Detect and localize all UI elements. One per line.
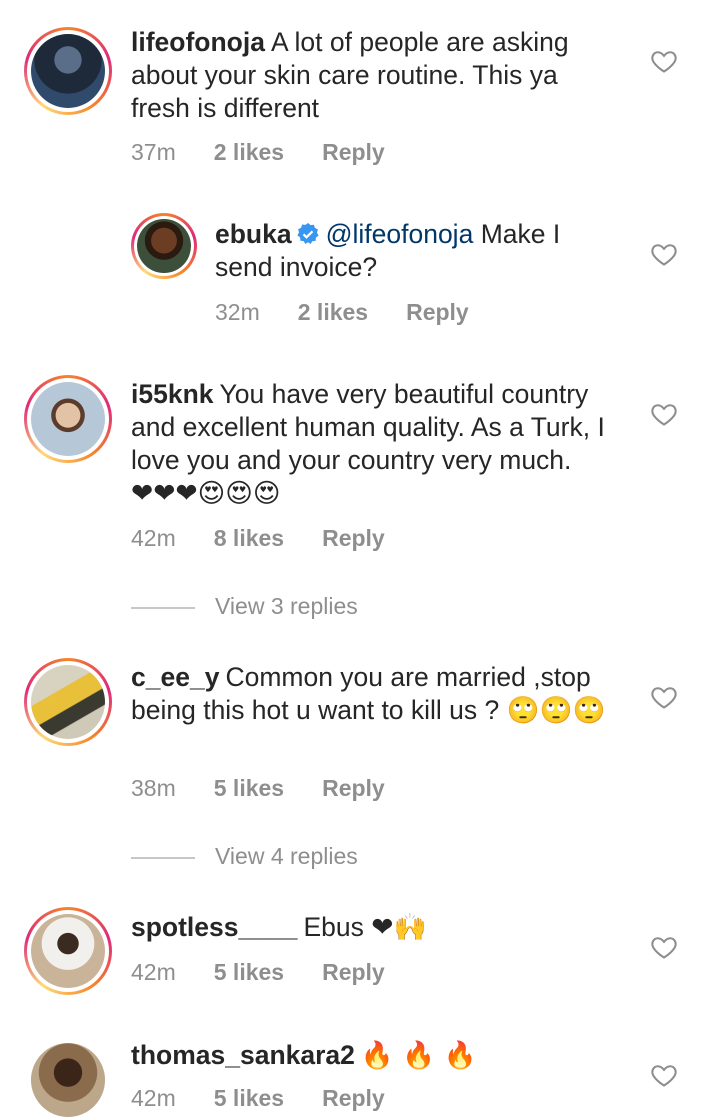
comment-body: lifeofonoja A lot of people are asking ab… xyxy=(131,26,611,125)
like-heart-icon[interactable] xyxy=(650,1061,678,1089)
comment-emoji: 🙄🙄🙄 xyxy=(506,695,606,726)
comment-likes[interactable]: 5 likes xyxy=(214,775,284,801)
avatar[interactable] xyxy=(24,375,112,463)
comment-username[interactable]: spotless____ xyxy=(131,912,297,942)
like-heart-icon[interactable] xyxy=(650,47,678,75)
comment-likes[interactable]: 5 likes xyxy=(214,959,284,985)
reply-button[interactable]: Reply xyxy=(406,299,469,325)
like-heart-icon[interactable] xyxy=(650,240,678,268)
like-heart-icon[interactable] xyxy=(650,400,678,428)
comment-mention[interactable]: @lifeofonoja xyxy=(326,219,474,249)
avatar[interactable] xyxy=(131,213,197,279)
comment-likes[interactable]: 8 likes xyxy=(214,525,284,551)
view-replies-button[interactable]: View 4 replies xyxy=(131,843,358,870)
comment-time: 42m xyxy=(131,525,176,551)
comment-time: 42m xyxy=(131,1085,176,1111)
like-heart-icon[interactable] xyxy=(650,683,678,711)
view-replies-button[interactable]: View 3 replies xyxy=(131,593,358,620)
view-replies-label: View 3 replies xyxy=(215,593,358,619)
comment-meta: 42m 5 likes Reply xyxy=(131,1085,423,1112)
avatar[interactable] xyxy=(31,1043,105,1117)
comment-meta: 38m 5 likes Reply xyxy=(131,775,423,802)
comment-username[interactable]: c_ee_y xyxy=(131,662,219,692)
comment-likes[interactable]: 2 likes xyxy=(214,139,284,165)
replies-divider xyxy=(131,606,195,609)
replies-divider xyxy=(131,856,195,859)
comment-meta: 37m 2 likes Reply xyxy=(131,139,423,166)
comment-likes[interactable]: 2 likes xyxy=(298,299,368,325)
comment-time: 38m xyxy=(131,775,176,801)
comment-emoji: ❤❤❤😍😍😍 xyxy=(131,478,281,509)
reply-button[interactable]: Reply xyxy=(322,775,385,801)
comment-meta: 42m 8 likes Reply xyxy=(131,525,423,552)
comment-meta: 42m 5 likes Reply xyxy=(131,959,423,986)
avatar[interactable] xyxy=(24,658,112,746)
comment-username[interactable]: lifeofonoja xyxy=(131,27,265,57)
comment-emoji: 🔥 🔥 🔥 xyxy=(360,1040,477,1071)
comment-meta: 32m 2 likes Reply xyxy=(215,299,507,326)
comment-text: Ebus xyxy=(303,912,364,942)
avatar[interactable] xyxy=(24,27,112,115)
reply-button[interactable]: Reply xyxy=(322,139,385,165)
comment-username[interactable]: i55knk xyxy=(131,379,214,409)
comment-body: thomas_sankara2 🔥 🔥 🔥 xyxy=(131,1039,611,1072)
reply-button[interactable]: Reply xyxy=(322,959,385,985)
comment-username[interactable]: thomas_sankara2 xyxy=(131,1040,355,1070)
avatar[interactable] xyxy=(24,907,112,995)
verified-badge-icon xyxy=(296,223,319,244)
view-replies-label: View 4 replies xyxy=(215,843,358,869)
comment-body: c_ee_y Common you are married ,stop being… xyxy=(131,661,611,727)
comment-body: i55knk You have very beautiful country an… xyxy=(131,378,621,510)
comment-body: ebuka @lifeofonoja Make I send invoice? xyxy=(215,218,615,284)
comment-time: 32m xyxy=(215,299,260,325)
comment-username[interactable]: ebuka xyxy=(215,219,292,249)
comment-time: 37m xyxy=(131,139,176,165)
comment-likes[interactable]: 5 likes xyxy=(214,1085,284,1111)
comment-body: spotless____ Ebus ❤🙌 xyxy=(131,911,611,944)
reply-button[interactable]: Reply xyxy=(322,1085,385,1111)
reply-button[interactable]: Reply xyxy=(322,525,385,551)
comment-emoji: ❤🙌 xyxy=(371,912,427,943)
like-heart-icon[interactable] xyxy=(650,933,678,961)
comment-time: 42m xyxy=(131,959,176,985)
